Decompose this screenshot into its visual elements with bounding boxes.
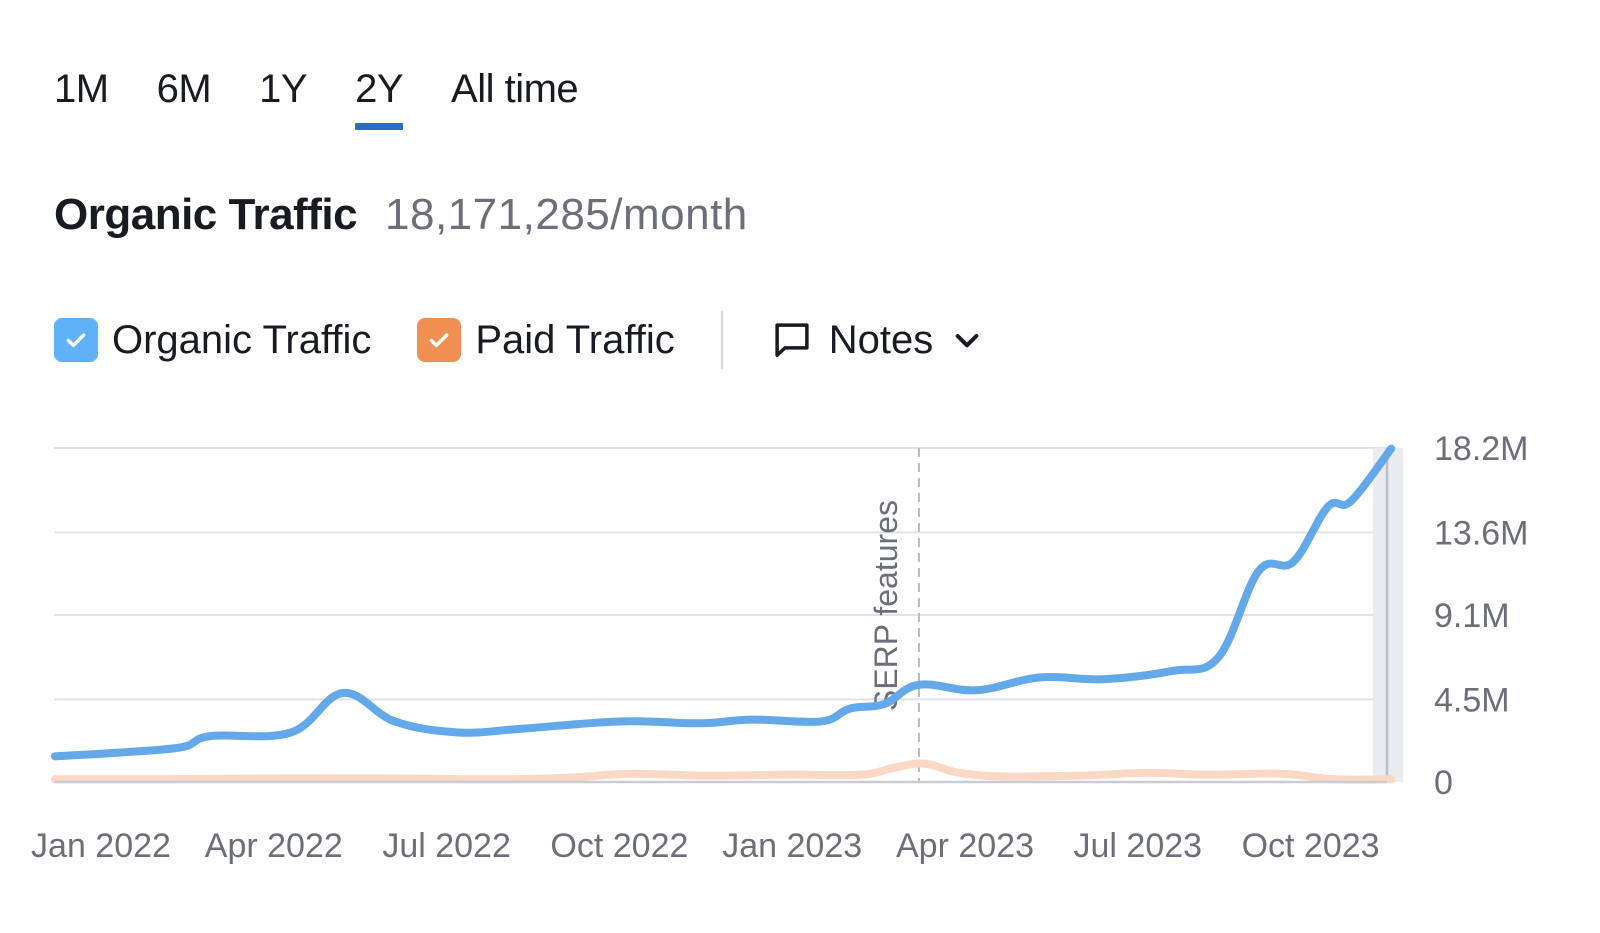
y-axis-ticks: 0 4.5M 9.1M 13.6M 18.2M <box>1434 430 1529 802</box>
y-tick-label: 13.6M <box>1434 514 1529 552</box>
tab-1y[interactable]: 1Y <box>259 62 307 116</box>
y-tick-label: 18.2M <box>1434 430 1529 468</box>
x-tick-label: Oct 2023 <box>1242 827 1380 865</box>
legend-label: Organic Traffic <box>112 317 372 362</box>
organic-traffic-line <box>50 444 1396 761</box>
check-icon <box>430 333 449 348</box>
comment-icon <box>775 323 809 357</box>
x-tick-label: Oct 2022 <box>550 827 688 865</box>
tab-2y[interactable]: 2Y <box>355 62 404 130</box>
legend-organic-traffic[interactable]: Organic Traffic <box>54 318 371 363</box>
traffic-line-chart: SERP features 0 4.5M 9.1M 13.6M 18.2M Jan 20… <box>31 430 1529 865</box>
notes-label: Notes <box>828 317 934 362</box>
traffic-metric-value: 18,171,285/month <box>385 190 748 239</box>
grid-lines <box>54 447 1387 701</box>
legend-label: Paid Traffic <box>475 317 675 362</box>
time-range-tabs: 1M 6M 1Y 2Y All time <box>54 62 626 130</box>
annotation-label: SERP features <box>868 500 904 711</box>
y-tick-label: 0 <box>1434 764 1453 802</box>
legend-divider <box>720 311 723 369</box>
y-tick-label: 4.5M <box>1434 681 1510 719</box>
x-tick-label: Jan 2022 <box>31 827 171 865</box>
legend-paid-traffic[interactable]: Paid Traffic <box>417 317 675 363</box>
chevron-down-icon <box>955 334 979 348</box>
x-tick-label: Jul 2023 <box>1074 827 1203 865</box>
x-tick-label: Apr 2022 <box>205 827 343 865</box>
x-tick-label: Apr 2023 <box>896 827 1034 865</box>
x-tick-label: Jul 2022 <box>382 827 511 865</box>
tab-6m[interactable]: 6M <box>157 62 212 116</box>
y-tick-label: 9.1M <box>1434 597 1510 635</box>
tab-1m[interactable]: 1M <box>54 62 109 116</box>
chart-header: Organic Traffic 18,171,285/month <box>54 190 748 240</box>
x-tick-label: Jan 2023 <box>722 827 862 865</box>
notes-dropdown[interactable]: Notes <box>771 318 984 363</box>
paid-traffic-checkbox[interactable] <box>417 318 462 362</box>
check-icon <box>66 333 86 348</box>
organic-traffic-checkbox[interactable] <box>54 318 98 362</box>
x-axis-ticks: Jan 2022 Apr 2022 Jul 2022 Oct 2022 Jan 2023… <box>31 827 1380 865</box>
chart-title: Organic Traffic <box>54 190 358 239</box>
paid-traffic-line <box>50 759 1396 784</box>
chart-legend: Organic Traffic Paid Traffic Notes <box>54 311 984 369</box>
tab-all-time[interactable]: All time <box>451 62 579 116</box>
